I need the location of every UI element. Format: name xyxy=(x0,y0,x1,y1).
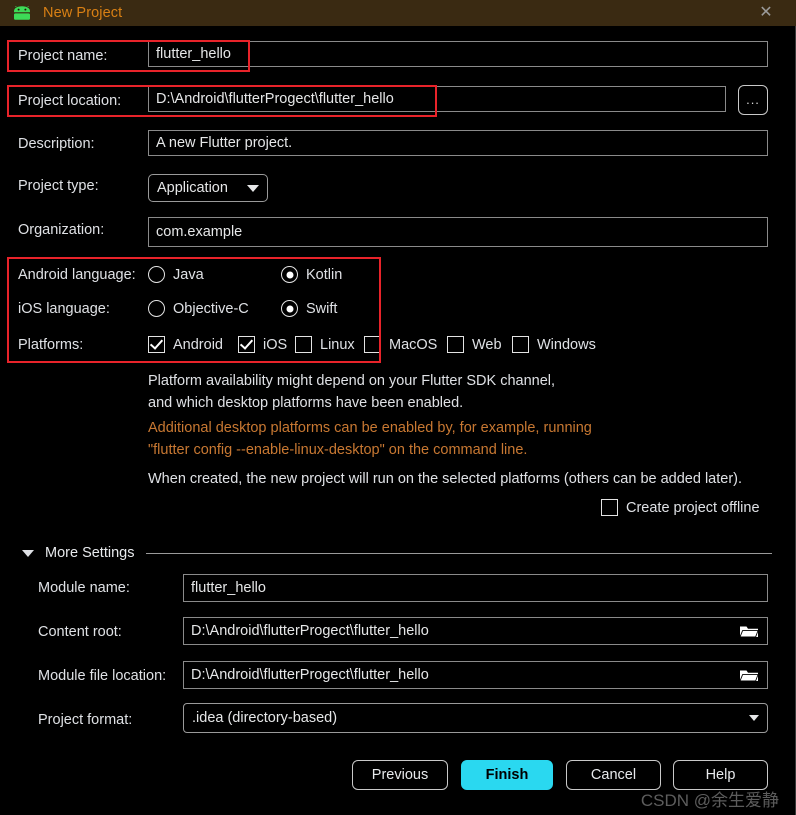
info-warning-line-1: Additional desktop platforms can be enab… xyxy=(148,420,592,436)
project-location-browse-button[interactable]: ... xyxy=(738,85,768,115)
project-name-input[interactable]: flutter_hello xyxy=(148,41,768,67)
platforms-label: Platforms: xyxy=(18,337,84,353)
checkbox-platform-android[interactable]: Android xyxy=(148,336,223,353)
new-project-dialog: New Project ✕ Project name: flutter_hell… xyxy=(0,0,796,815)
module-name-label: Module name: xyxy=(38,580,130,596)
info-line-2: and which desktop platforms have been en… xyxy=(148,395,464,411)
project-name-label: Project name: xyxy=(18,48,108,64)
project-location-input[interactable]: D:\Android\flutterProgect\flutter_hello xyxy=(148,86,726,112)
previous-button[interactable]: Previous xyxy=(352,760,448,790)
folder-icon-content-root[interactable] xyxy=(738,623,760,640)
checkbox-platform-macos[interactable]: MacOS xyxy=(364,336,437,353)
android-language-label-wrap: Android language: xyxy=(18,267,136,283)
ios-language-label-wrap: iOS language: xyxy=(18,301,110,317)
chevron-down-icon xyxy=(247,184,259,192)
project-type-value: Application xyxy=(157,180,228,196)
description-label: Description: xyxy=(18,136,95,152)
checkbox-label-android: Android xyxy=(173,336,223,353)
project-format-label: Project format: xyxy=(38,712,133,728)
checkbox-label-windows: Windows xyxy=(537,336,596,353)
checkbox-icon-macos xyxy=(364,336,381,353)
description-input[interactable]: A new Flutter project. xyxy=(148,130,768,156)
checkbox-label-linux: Linux xyxy=(320,336,355,353)
module-file-location-label: Module file location: xyxy=(38,668,167,684)
checkbox-icon-android xyxy=(148,336,165,353)
radio-ios-swift[interactable]: Swift xyxy=(281,300,337,317)
more-settings-divider xyxy=(146,552,772,554)
checkbox-label-web: Web xyxy=(472,336,502,353)
radio-icon-java xyxy=(148,266,165,283)
module-file-location-value: D:\Android\flutterProgect\flutter_hello xyxy=(191,667,429,683)
project-format-label-wrap: Project format: xyxy=(38,712,132,728)
organization-value: com.example xyxy=(156,224,243,240)
radio-android-kotlin[interactable]: Kotlin xyxy=(281,266,342,283)
folder-icon-module-file-location[interactable] xyxy=(738,667,760,684)
project-type-label-wrap: Project type: xyxy=(18,178,99,194)
radio-ios-objectivec[interactable]: Objective-C xyxy=(148,300,249,317)
radio-icon-objectivec xyxy=(148,300,165,317)
checkbox-icon-windows xyxy=(512,336,529,353)
more-settings-title: More Settings xyxy=(45,545,135,561)
content-root-label: Content root: xyxy=(38,624,122,640)
platforms-label-wrap: Platforms: xyxy=(18,337,83,353)
checkbox-label-offline: Create project offline xyxy=(626,499,760,516)
info-line-1: Platform availability might depend on yo… xyxy=(148,373,556,389)
checkbox-icon-web xyxy=(447,336,464,353)
finish-button[interactable]: Finish xyxy=(461,760,553,790)
project-name-label-wrap: Project name: xyxy=(18,48,107,64)
content-root-label-wrap: Content root: xyxy=(38,624,122,640)
module-name-value: flutter_hello xyxy=(191,580,266,596)
checkbox-icon-ios xyxy=(238,336,255,353)
window-title: New Project xyxy=(43,5,123,21)
info-warning-line-2: "flutter config --enable-linux-desktop" … xyxy=(148,442,528,458)
project-format-select[interactable]: .idea (directory-based) xyxy=(183,703,768,733)
organization-input[interactable]: com.example xyxy=(148,217,768,247)
content-root-value: D:\Android\flutterProgect\flutter_hello xyxy=(191,623,429,639)
title-bar: New Project ✕ xyxy=(0,0,796,26)
project-type-select[interactable]: Application xyxy=(148,174,268,202)
radio-label-objectivec: Objective-C xyxy=(173,300,249,317)
description-value: A new Flutter project. xyxy=(156,135,293,151)
chevron-down-icon-more-settings xyxy=(22,549,34,557)
checkbox-label-ios: iOS xyxy=(263,336,288,353)
radio-android-java[interactable]: Java xyxy=(148,266,204,283)
android-language-label: Android language: xyxy=(18,267,136,283)
project-location-label-wrap: Project location: xyxy=(18,93,121,109)
content-root-input[interactable]: D:\Android\flutterProgect\flutter_hello xyxy=(183,617,768,645)
project-location-label: Project location: xyxy=(18,93,122,109)
project-name-value: flutter_hello xyxy=(156,46,231,62)
chevron-down-icon-project-format xyxy=(749,715,759,721)
checkbox-platform-windows[interactable]: Windows xyxy=(512,336,596,353)
info-line-3: When created, the new project will run o… xyxy=(148,471,743,487)
module-name-label-wrap: Module name: xyxy=(38,580,130,596)
checkbox-create-project-offline[interactable]: Create project offline xyxy=(601,499,760,516)
checkbox-platform-linux[interactable]: Linux xyxy=(295,336,355,353)
radio-label-swift: Swift xyxy=(306,300,338,317)
checkbox-icon-offline xyxy=(601,499,618,516)
module-name-input[interactable]: flutter_hello xyxy=(183,574,768,602)
module-file-location-input[interactable]: D:\Android\flutterProgect\flutter_hello xyxy=(183,661,768,689)
ios-language-label: iOS language: xyxy=(18,301,110,317)
radio-label-java: Java xyxy=(173,266,204,283)
checkbox-icon-linux xyxy=(295,336,312,353)
more-settings-header[interactable]: More Settings xyxy=(22,545,776,561)
checkbox-label-macos: MacOS xyxy=(389,336,438,353)
checkbox-platform-web[interactable]: Web xyxy=(447,336,502,353)
description-label-wrap: Description: xyxy=(18,136,95,152)
watermark: CSDN @余生爱静 xyxy=(640,791,779,810)
radio-icon-kotlin xyxy=(281,266,298,283)
radio-icon-swift xyxy=(281,300,298,317)
project-location-value: D:\Android\flutterProgect\flutter_hello xyxy=(156,91,394,107)
android-robot-icon xyxy=(11,3,33,21)
project-format-value: .idea (directory-based) xyxy=(192,710,338,726)
checkbox-platform-ios[interactable]: iOS xyxy=(238,336,287,353)
module-file-location-label-wrap: Module file location: xyxy=(38,668,166,684)
close-icon[interactable]: ✕ xyxy=(756,3,776,23)
organization-label: Organization: xyxy=(18,222,105,238)
project-type-label: Project type: xyxy=(18,178,99,194)
radio-label-kotlin: Kotlin xyxy=(306,266,343,283)
organization-label-wrap: Organization: xyxy=(18,222,104,238)
